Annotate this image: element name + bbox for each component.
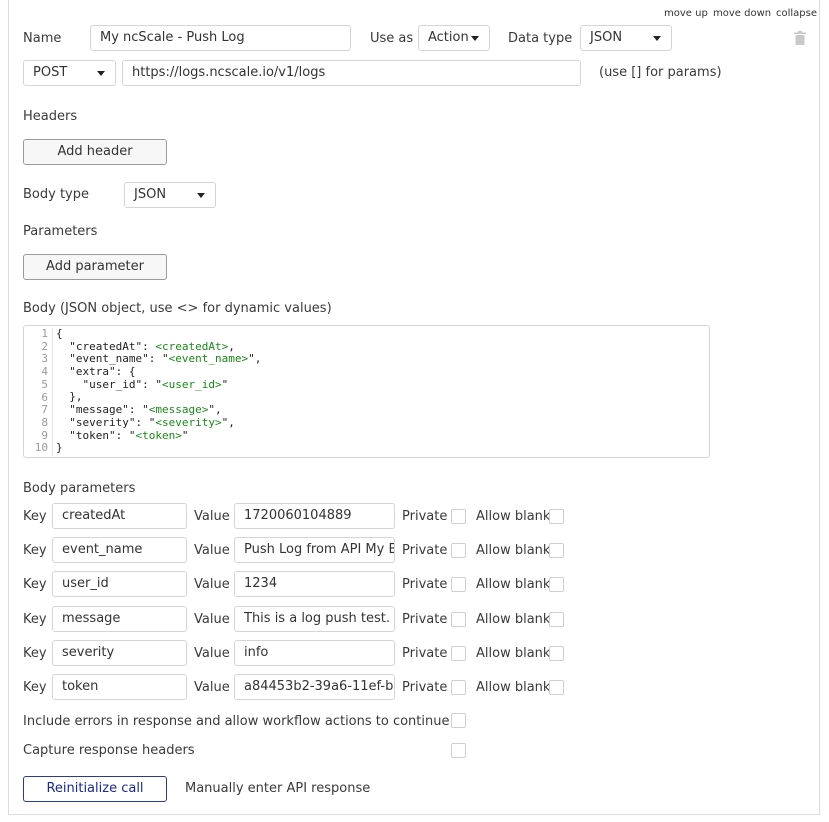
- code-line: }: [56, 441, 63, 455]
- private-label: Private: [402, 543, 448, 558]
- key-input[interactable]: severity: [52, 640, 187, 666]
- value-label: Value: [194, 612, 230, 627]
- key-input[interactable]: event_name: [52, 537, 187, 563]
- collapse-link[interactable]: collapse: [776, 8, 817, 20]
- value-label: Value: [194, 646, 230, 661]
- add-parameter-button[interactable]: Add parameter: [23, 254, 167, 280]
- capture-headers-checkbox[interactable]: [451, 743, 466, 758]
- allow-blank-checkbox[interactable]: [549, 577, 564, 592]
- data-type-dropdown[interactable]: JSON: [580, 25, 672, 51]
- name-input[interactable]: My ncScale - Push Log: [90, 25, 351, 51]
- key-label: Key: [23, 612, 47, 627]
- private-label: Private: [402, 509, 448, 524]
- move-down-link[interactable]: move down: [713, 8, 771, 20]
- line-numbers: 1 2 3 4 5 6 7 8 9 10: [24, 327, 53, 456]
- line-number: 10: [34, 441, 48, 455]
- value-input[interactable]: a84453b2-39a6-11ef-bab: [234, 674, 395, 700]
- chevron-down-icon: [471, 36, 479, 41]
- private-label: Private: [402, 646, 448, 661]
- data-type-value: JSON: [590, 30, 623, 45]
- value-input[interactable]: This is a log push test.: [234, 606, 395, 632]
- value-label: Value: [194, 680, 230, 695]
- allow-blank-checkbox[interactable]: [549, 509, 564, 524]
- value-label: Value: [194, 509, 230, 524]
- key-label: Key: [23, 680, 47, 695]
- manual-entry-link[interactable]: Manually enter API response: [185, 781, 370, 797]
- chevron-down-icon: [653, 36, 661, 41]
- allow-blank-label: Allow blank: [476, 612, 551, 627]
- allow-blank-label: Allow blank: [476, 680, 551, 695]
- key-label: Key: [23, 509, 47, 524]
- url-hint: (use [] for params): [599, 65, 722, 80]
- body-parameters-label: Body parameters: [23, 481, 136, 496]
- private-checkbox[interactable]: [451, 646, 466, 661]
- chevron-down-icon: [197, 193, 205, 198]
- body-code-editor[interactable]: 1 2 3 4 5 6 7 8 9 10 { "createdAt": <cre…: [23, 325, 710, 458]
- private-checkbox[interactable]: [451, 612, 466, 627]
- value-input[interactable]: Push Log from API My Bu: [234, 537, 395, 563]
- private-checkbox[interactable]: [451, 577, 466, 592]
- value-label: Value: [194, 543, 230, 558]
- body-type-dropdown[interactable]: JSON: [124, 182, 216, 208]
- line-number: 5: [41, 377, 48, 391]
- code-lines: { "createdAt": <createdAt>, "event_name"…: [56, 327, 261, 455]
- code-line: "token": "<token>": [56, 428, 189, 442]
- key-label: Key: [23, 577, 47, 592]
- include-errors-label: Include errors in response and allow wor…: [23, 714, 450, 729]
- allow-blank-label: Allow blank: [476, 577, 551, 592]
- code-line: "user_id": "<user_id>": [56, 377, 229, 391]
- body-type-label: Body type: [23, 187, 89, 202]
- line-number: 8: [41, 415, 48, 429]
- url-input[interactable]: https://logs.ncscale.io/v1/logs: [122, 60, 581, 86]
- key-label: Key: [23, 543, 47, 558]
- value-input[interactable]: 1234: [234, 571, 395, 597]
- allow-blank-checkbox[interactable]: [549, 612, 564, 627]
- method-dropdown[interactable]: POST: [23, 60, 116, 86]
- key-input[interactable]: user_id: [52, 571, 187, 597]
- allow-blank-label: Allow blank: [476, 543, 551, 558]
- private-checkbox[interactable]: [451, 543, 466, 558]
- body-type-value: JSON: [134, 187, 167, 202]
- value-input[interactable]: info: [234, 640, 395, 666]
- move-up-link[interactable]: move up: [664, 8, 708, 20]
- capture-headers-label: Capture response headers: [23, 743, 195, 758]
- key-label: Key: [23, 646, 47, 661]
- key-input[interactable]: createdAt: [52, 503, 187, 529]
- key-input[interactable]: token: [52, 674, 187, 700]
- private-checkbox[interactable]: [451, 680, 466, 695]
- value-label: Value: [194, 577, 230, 592]
- allow-blank-label: Allow blank: [476, 646, 551, 661]
- allow-blank-checkbox[interactable]: [549, 646, 564, 661]
- private-label: Private: [402, 612, 448, 627]
- parameters-label: Parameters: [23, 224, 98, 239]
- method-value: POST: [33, 65, 68, 80]
- body-label: Body (JSON object, use <> for dynamic va…: [23, 301, 332, 316]
- line-number: 4: [41, 365, 48, 379]
- allow-blank-label: Allow blank: [476, 509, 551, 524]
- key-input[interactable]: message: [52, 606, 187, 632]
- name-label: Name: [23, 31, 62, 46]
- line-number: 1: [41, 327, 48, 340]
- headers-label: Headers: [23, 109, 78, 124]
- use-as-value: Action: [428, 30, 469, 45]
- chevron-down-icon: [97, 71, 105, 76]
- value-input[interactable]: 1720060104889: [234, 503, 395, 529]
- add-header-button[interactable]: Add header: [23, 139, 167, 165]
- trash-icon[interactable]: [794, 31, 806, 45]
- reinitialize-call-button[interactable]: Reinitialize call: [23, 776, 167, 802]
- allow-blank-checkbox[interactable]: [549, 543, 564, 558]
- use-as-label: Use as: [370, 31, 414, 46]
- include-errors-checkbox[interactable]: [451, 713, 466, 728]
- private-checkbox[interactable]: [451, 509, 466, 524]
- data-type-label: Data type: [508, 31, 573, 46]
- allow-blank-checkbox[interactable]: [549, 680, 564, 695]
- private-label: Private: [402, 680, 448, 695]
- use-as-dropdown[interactable]: Action: [418, 25, 490, 51]
- private-label: Private: [402, 577, 448, 592]
